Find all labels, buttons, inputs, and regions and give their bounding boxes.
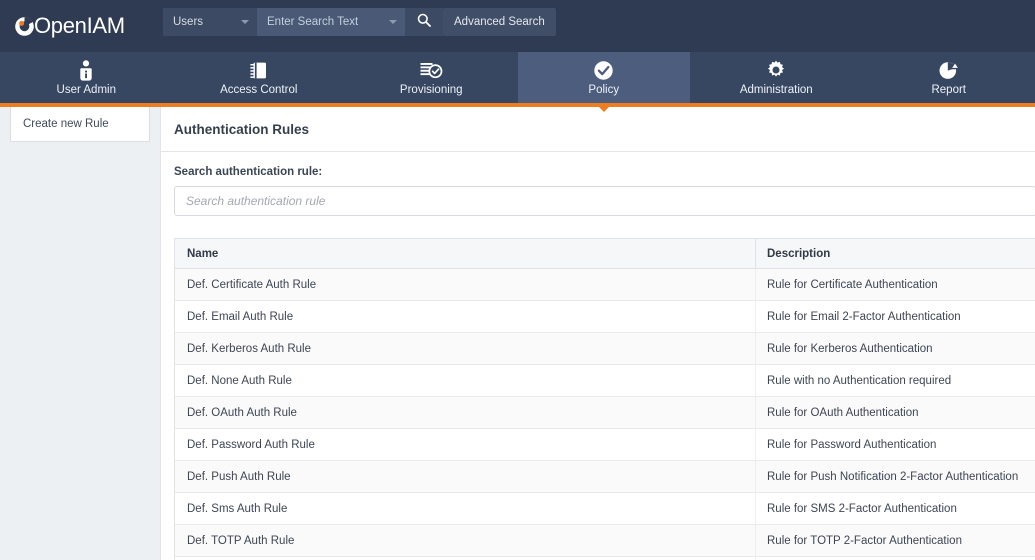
nav-item-label: Provisioning <box>400 84 463 96</box>
nav-item-label: User Admin <box>57 84 116 96</box>
cell-name: Def. None Auth Rule <box>175 375 755 387</box>
active-tab-pointer <box>595 103 613 112</box>
cell-name: Def. Push Auth Rule <box>175 471 755 483</box>
chevron-down-icon <box>241 20 249 24</box>
cell-name: Def. Certificate Auth Rule <box>175 279 755 291</box>
table-header-row: Name Description <box>175 239 1035 269</box>
list-check-icon <box>420 59 443 81</box>
chevron-down-icon <box>389 20 397 24</box>
main-content: Authentication Rules Search authenticati… <box>160 107 1035 560</box>
search-icon <box>417 13 431 32</box>
nav-item-administration[interactable]: Administration <box>690 52 863 103</box>
table-row[interactable]: Def. OAuth Auth RuleRule for OAuth Authe… <box>175 397 1035 429</box>
table-row[interactable]: Def. Kerberos Auth RuleRule for Kerberos… <box>175 333 1035 365</box>
nav-item-user-admin[interactable]: User Admin <box>0 52 173 103</box>
nav-item-provisioning[interactable]: Provisioning <box>345 52 518 103</box>
page-body: Create new Rule Authentication Rules Sea… <box>0 107 1035 560</box>
column-header-description[interactable]: Description <box>755 239 1035 268</box>
nav-item-label: Administration <box>740 84 813 96</box>
rule-search-input[interactable]: Search authentication rule <box>174 186 1035 216</box>
cell-name: Def. Sms Auth Rule <box>175 503 755 515</box>
advanced-search-label: Advanced Search <box>454 16 545 28</box>
nav-item-policy[interactable]: Policy <box>518 52 691 103</box>
cell-description: Rule for Push Notification 2-Factor Auth… <box>755 461 1035 492</box>
sidebar-item-label: Create new Rule <box>23 118 109 130</box>
rule-search-placeholder: Search authentication rule <box>186 194 325 208</box>
table-body: Def. Certificate Auth RuleRule for Certi… <box>175 269 1035 560</box>
user-icon <box>78 59 94 81</box>
table-row[interactable]: Def. Push Auth RuleRule for Push Notific… <box>175 461 1035 493</box>
table-row[interactable]: Def. TOTP Auth RuleRule for TOTP 2-Facto… <box>175 525 1035 557</box>
sidebar-item-create-new-rule[interactable]: Create new Rule <box>10 107 150 142</box>
table-row[interactable]: Def. None Auth RuleRule with no Authenti… <box>175 365 1035 397</box>
table-row[interactable]: Def. Certificate Auth RuleRule for Certi… <box>175 269 1035 301</box>
pie-chart-icon <box>938 59 960 81</box>
book-icon <box>248 59 269 81</box>
table-row[interactable]: Def. Email Auth RuleRule for Email 2-Fac… <box>175 301 1035 333</box>
global-search-group: Users Enter Search Text <box>163 8 443 36</box>
nav-item-label: Access Control <box>220 84 297 96</box>
page-title: Authentication Rules <box>161 107 1035 152</box>
cell-description: Rule for Certificate Authentication <box>755 269 1035 300</box>
cell-description: Rule for Email 2-Factor Authentication <box>755 301 1035 332</box>
authentication-rules-table: Name Description Def. Certificate Auth R… <box>174 238 1035 560</box>
search-scope-value: Users <box>173 16 203 28</box>
cell-name: Def. OAuth Auth Rule <box>175 407 755 419</box>
search-button[interactable] <box>405 8 443 36</box>
cell-name: Def. TOTP Auth Rule <box>175 535 755 547</box>
rule-search-label: Search authentication rule: <box>174 166 1035 178</box>
main-navigation: User Admin Access Control <box>0 52 1035 103</box>
openiam-logo-icon <box>14 16 35 37</box>
cell-description: Rule for TOTP 2-Factor Authentication <box>755 525 1035 556</box>
global-search-input[interactable]: Enter Search Text <box>257 8 405 36</box>
cell-description: Rule for SMS 2-Factor Authentication <box>755 493 1035 524</box>
nav-item-label: Policy <box>588 84 619 96</box>
advanced-search-button[interactable]: Advanced Search <box>443 8 556 36</box>
left-sidebar: Create new Rule <box>0 107 160 560</box>
column-header-name[interactable]: Name <box>175 248 755 260</box>
table-row[interactable]: Def. Sms Auth RuleRule for SMS 2-Factor … <box>175 493 1035 525</box>
cell-description: Rule for Kerberos Authentication <box>755 333 1035 364</box>
nav-item-access-control[interactable]: Access Control <box>173 52 346 103</box>
cell-name: Def. Email Auth Rule <box>175 311 755 323</box>
check-circle-icon <box>593 59 614 81</box>
cell-description: Rule for Password Authentication <box>755 429 1035 460</box>
cell-description: Rule with no Authentication required <box>755 365 1035 396</box>
global-search-placeholder: Enter Search Text <box>267 16 358 28</box>
app-logo-text: OpenIAM <box>34 15 125 37</box>
app-logo[interactable]: OpenIAM <box>14 0 125 52</box>
search-scope-select[interactable]: Users <box>163 8 257 36</box>
nav-item-report[interactable]: Report <box>863 52 1035 103</box>
cell-name: Def. Password Auth Rule <box>175 439 755 451</box>
table-row[interactable]: Def. Password Auth RuleRule for Password… <box>175 429 1035 461</box>
rule-search-block: Search authentication rule: Search authe… <box>161 152 1035 216</box>
top-header-bar: OpenIAM Users Enter Search Text Advanced… <box>0 0 1035 52</box>
cell-description: Rule for OAuth Authentication <box>755 397 1035 428</box>
cell-name: Def. Kerberos Auth Rule <box>175 343 755 355</box>
nav-item-label: Report <box>931 84 966 96</box>
gear-icon <box>765 59 787 81</box>
